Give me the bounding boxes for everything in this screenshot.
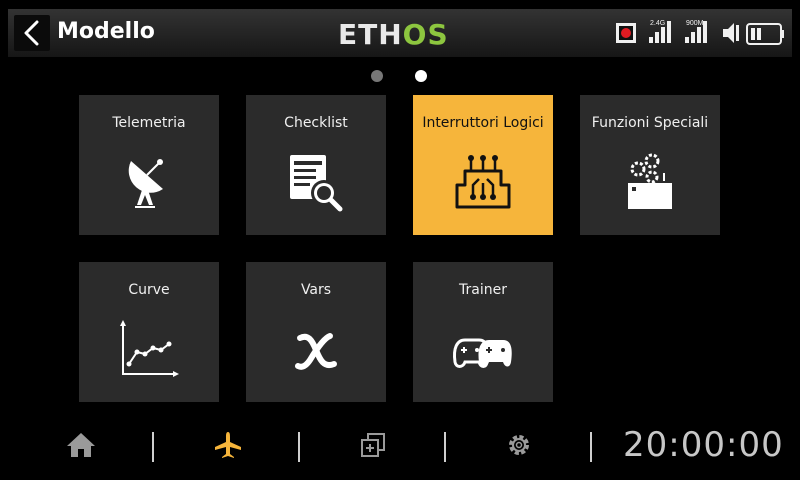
home-icon xyxy=(67,433,95,457)
gears-panel-icon xyxy=(628,153,672,209)
record-icon xyxy=(616,23,636,43)
curve-graph-icon xyxy=(120,320,179,377)
variable-x-icon xyxy=(295,333,337,370)
nav-separator xyxy=(444,432,446,462)
tile-telemetria[interactable]: Telemetria xyxy=(79,95,219,235)
nav-screens[interactable] xyxy=(343,420,403,470)
clock: 20:00:00 xyxy=(623,425,784,465)
tile-curve[interactable]: Curve xyxy=(79,262,219,402)
tile-funzioni-speciali[interactable]: Funzioni Speciali xyxy=(580,95,720,235)
airplane-icon xyxy=(215,432,241,458)
speaker-muted-icon xyxy=(723,23,739,43)
page-dot-1[interactable] xyxy=(371,70,383,82)
logic-circuit-icon xyxy=(455,155,511,209)
tile-vars[interactable]: Vars xyxy=(246,262,386,402)
tile-label: Trainer xyxy=(459,282,507,298)
tile-label: Telemetria xyxy=(112,115,186,131)
signal-2g-label: 2.4G xyxy=(650,20,665,27)
screens-icon xyxy=(361,433,385,457)
tile-checklist[interactable]: Checklist xyxy=(246,95,386,235)
ethos-logo: ETHOS xyxy=(338,18,449,51)
tile-label: Checklist xyxy=(284,115,348,131)
page-indicator xyxy=(371,70,431,82)
satellite-dish-icon xyxy=(128,159,163,208)
chevron-left-icon xyxy=(24,20,39,46)
tile-trainer[interactable]: Trainer xyxy=(413,262,553,402)
checklist-search-icon xyxy=(290,155,343,212)
tile-interruttori-logici[interactable]: Interruttori Logici xyxy=(413,95,553,235)
header-bar: Modello ETHOS 2.4G 900M xyxy=(8,9,792,57)
status-area: 2.4G 900M xyxy=(615,17,787,49)
gamepads-icon xyxy=(453,338,512,368)
tile-label: Curve xyxy=(128,282,170,298)
nav-separator xyxy=(298,432,300,462)
page-dot-2-active[interactable] xyxy=(415,70,427,82)
nav-model[interactable] xyxy=(198,420,258,470)
tile-label: Funzioni Speciali xyxy=(591,115,709,131)
back-button[interactable] xyxy=(14,15,50,51)
nav-separator xyxy=(590,432,592,462)
tile-label: Vars xyxy=(300,282,332,298)
nav-home[interactable] xyxy=(51,420,111,470)
tile-label: Interruttori Logici xyxy=(422,115,544,131)
gear-icon xyxy=(509,435,529,455)
nav-settings[interactable] xyxy=(489,420,549,470)
battery-icon xyxy=(746,23,784,45)
page-title: Modello xyxy=(57,19,155,44)
nav-separator xyxy=(152,432,154,462)
signal-900-label: 900M xyxy=(686,20,704,27)
